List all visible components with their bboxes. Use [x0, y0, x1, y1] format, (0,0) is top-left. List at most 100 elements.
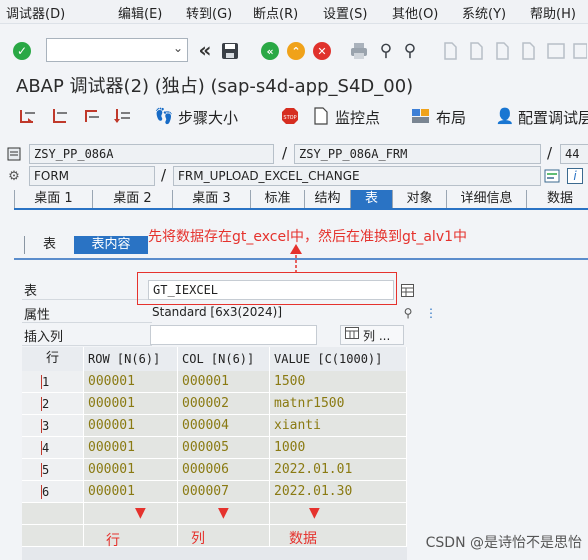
double-left-icon[interactable]: « — [195, 38, 215, 62]
row-marker — [41, 397, 45, 411]
tab-desktop-3[interactable]: 桌面 3 — [172, 190, 250, 208]
row-number-cell[interactable]: 1 — [22, 371, 84, 393]
annotation-row: 行 — [106, 533, 120, 549]
table-cell[interactable]: 2022.01.30 — [270, 481, 407, 503]
save-icon[interactable] — [220, 42, 240, 60]
execute-icon[interactable] — [50, 107, 70, 125]
inner-tab-table[interactable]: 表 — [24, 236, 74, 254]
chevron-down-icon[interactable]: ⌄ — [173, 41, 183, 55]
table-cell[interactable]: 000002 — [178, 393, 270, 415]
menu-item-system[interactable]: 系统(Y) — [462, 3, 506, 22]
return-icon[interactable] — [82, 107, 102, 125]
table-cell[interactable]: 2022.01.01 — [270, 459, 407, 481]
find-icon[interactable]: ⚲ — [376, 40, 396, 62]
menu-item-breakpoints[interactable]: 断点(R) — [253, 3, 298, 22]
column-header-col[interactable]: COL [N(6)] — [178, 347, 270, 371]
empty-cell[interactable] — [22, 503, 84, 525]
event-type-field[interactable]: FORM — [29, 166, 155, 186]
table-label: 表 — [24, 284, 38, 299]
column-header-value[interactable]: VALUE [C(1000)] — [270, 347, 407, 371]
table-cell[interactable]: 000001 — [84, 481, 178, 503]
tab-details[interactable]: 详细信息 — [446, 190, 526, 208]
shortcut-icon[interactable] — [572, 40, 588, 62]
tab-standard[interactable]: 标准 — [250, 190, 304, 208]
command-field[interactable]: ⌄ — [46, 38, 188, 62]
empty-cell[interactable] — [84, 525, 178, 547]
table-cell[interactable]: 000001 — [178, 371, 270, 393]
first-page-icon[interactable] — [440, 40, 460, 62]
tab-data[interactable]: 数据 — [526, 190, 588, 208]
menu-item-help[interactable]: 帮助(H) — [530, 3, 576, 22]
table-cell[interactable]: 000001 — [84, 437, 178, 459]
back-icon[interactable]: « — [261, 42, 279, 60]
watermark: CSDN @是诗怡不是思怡 — [425, 535, 582, 551]
table-cell[interactable]: 1500 — [270, 371, 407, 393]
row-number-cell[interactable]: 3 — [22, 415, 84, 437]
table-cell[interactable]: 000001 — [84, 393, 178, 415]
table-cell[interactable]: 000006 — [178, 459, 270, 481]
cancel-icon[interactable]: ✕ — [313, 42, 331, 60]
table-cell[interactable]: 000001 — [84, 415, 178, 437]
standard-toolbar: ✓ ⌄ « « ⌃ ✕ ⚲ ⚲ — [0, 34, 588, 68]
step-size-button[interactable]: 步骤大小 — [178, 107, 238, 128]
find-next-icon[interactable]: ⚲ — [400, 40, 420, 62]
exit-icon[interactable]: ⌃ — [287, 42, 305, 60]
row-number-cell[interactable]: 4 — [22, 437, 84, 459]
line-field[interactable]: 44 — [560, 144, 588, 164]
table-cell[interactable]: 1000 — [270, 437, 407, 459]
event-name-field[interactable]: FRM_UPLOAD_EXCEL_CHANGE — [173, 166, 541, 186]
layout-button[interactable]: 布局 — [436, 107, 466, 128]
prev-page-icon[interactable] — [466, 40, 486, 62]
stop-icon[interactable]: STOP — [280, 107, 300, 125]
tab-table[interactable]: 表 — [350, 190, 392, 208]
tab-objects[interactable]: 对象 — [392, 190, 446, 208]
empty-cell[interactable] — [22, 525, 84, 547]
next-page-icon[interactable] — [492, 40, 512, 62]
pin-icon[interactable]: ⚲ — [400, 306, 416, 320]
tab-desktop-2[interactable]: 桌面 2 — [92, 190, 172, 208]
main-program-field[interactable]: ZSY_PP_086A — [29, 144, 274, 164]
new-session-icon[interactable] — [546, 40, 566, 62]
columns-button[interactable]: 列 ... — [340, 325, 404, 345]
table-cell[interactable]: matnr1500 — [270, 393, 407, 415]
menu-item-edit[interactable]: 编辑(E) — [118, 3, 162, 22]
watchpoint-button[interactable]: 监控点 — [335, 107, 380, 128]
watchpoint-icon[interactable] — [312, 107, 330, 125]
config-button[interactable]: 配置调试层 — [518, 107, 588, 128]
table-cell[interactable]: 000001 — [84, 459, 178, 481]
menu-item-settings[interactable]: 设置(S) — [323, 3, 367, 22]
menu-item-other[interactable]: 其他(O) — [392, 3, 438, 22]
confirm-icon[interactable]: ✓ — [13, 42, 31, 60]
config-icon[interactable]: 👤 — [494, 107, 516, 125]
single-step-icon[interactable] — [18, 107, 38, 125]
insert-columns-input[interactable] — [150, 325, 317, 345]
row-number-cell[interactable]: 2 — [22, 393, 84, 415]
menu-item-debugger[interactable]: 调试器(D) — [6, 3, 65, 22]
tree-icon[interactable]: ⋮ — [424, 306, 438, 320]
step-size-icon[interactable]: 👣 — [154, 107, 174, 125]
print-icon[interactable] — [349, 40, 369, 62]
last-page-icon[interactable] — [518, 40, 538, 62]
tab-structure[interactable]: 结构 — [304, 190, 350, 208]
row-number-cell[interactable]: 6 — [22, 481, 84, 503]
source-icon[interactable] — [543, 168, 561, 184]
include-field[interactable]: ZSY_PP_086A_FRM — [294, 144, 541, 164]
table-cell[interactable]: 000004 — [178, 415, 270, 437]
table-cell[interactable]: 000007 — [178, 481, 270, 503]
continue-icon[interactable] — [112, 107, 132, 125]
table-cell[interactable]: 000001 — [84, 371, 178, 393]
column-header-row-n[interactable]: ROW [N(6)] — [84, 347, 178, 371]
empty-cell[interactable] — [270, 503, 407, 525]
tab-desktop-1[interactable]: 桌面 1 — [14, 190, 92, 208]
svg-text:STOP: STOP — [283, 115, 296, 121]
column-header-row[interactable]: 行 — [22, 347, 84, 371]
row-number-cell[interactable]: 5 — [22, 459, 84, 481]
inner-tab-table-contents[interactable]: 表内容 — [74, 236, 148, 254]
table-cell[interactable]: xianti — [270, 415, 407, 437]
table-cell[interactable]: 000005 — [178, 437, 270, 459]
menu-item-goto[interactable]: 转到(G) — [186, 3, 232, 22]
empty-cell[interactable] — [84, 503, 178, 525]
info-icon[interactable]: i — [567, 168, 583, 184]
layout-icon[interactable] — [410, 107, 432, 125]
table-icon[interactable] — [400, 283, 414, 297]
